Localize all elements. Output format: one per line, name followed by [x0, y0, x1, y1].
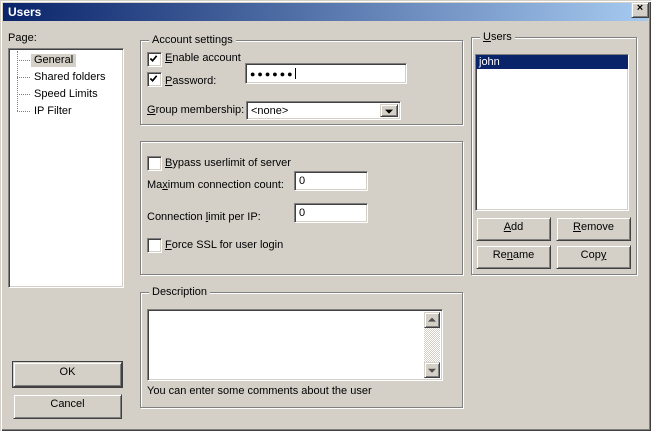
force-ssl-label: Force SSL for user login: [165, 239, 283, 252]
group-membership-dropdown[interactable]: <none>: [246, 101, 401, 120]
enable-account-checkbox[interactable]: [147, 52, 162, 67]
connection-limits-group: Bypass userlimit of server Maximum conne…: [140, 141, 463, 275]
ip-limit-label: Connection limit per IP:: [147, 211, 261, 224]
max-connections-input[interactable]: 0: [294, 171, 368, 191]
scroll-up-icon: [428, 318, 436, 322]
force-ssl-checkbox[interactable]: [147, 238, 162, 253]
group-membership-value: <none>: [251, 105, 288, 117]
password-label: Password:: [165, 75, 216, 88]
ip-limit-value: 0: [299, 207, 305, 219]
description-group: Description You can enter some comments …: [140, 292, 463, 408]
copy-user-button[interactable]: Copy: [556, 245, 631, 269]
bypass-userlimit-checkbox[interactable]: [147, 156, 162, 171]
title-bar[interactable]: Users: [3, 3, 648, 21]
users-group-label: Users: [480, 31, 515, 44]
check-icon: [149, 74, 158, 83]
close-button[interactable]: ×: [631, 2, 649, 18]
rename-user-button[interactable]: Rename: [476, 245, 551, 269]
ok-button[interactable]: OK: [13, 362, 122, 387]
scroll-down-button[interactable]: [424, 362, 440, 378]
bypass-userlimit-label: Bypass userlimit of server: [165, 157, 291, 170]
users-group: Users john Add Remove Rename Copy: [471, 37, 637, 275]
scrollbar-track[interactable]: [424, 328, 440, 362]
page-tree-item-general[interactable]: General: [9, 52, 123, 69]
close-icon: ×: [637, 2, 643, 14]
password-input[interactable]: ●●●●●●: [245, 63, 407, 84]
cancel-button[interactable]: Cancel: [13, 394, 122, 419]
page-tree-item-shared-folders[interactable]: Shared folders: [9, 69, 123, 86]
password-checkbox[interactable]: [147, 72, 162, 87]
page-tree-item-speed-limits[interactable]: Speed Limits: [9, 86, 123, 103]
text-caret: [295, 68, 296, 79]
account-settings-group-label: Account settings: [149, 34, 236, 47]
chevron-down-icon: [385, 109, 393, 113]
account-settings-group: Account settings Enable account Password…: [140, 40, 463, 125]
description-textarea[interactable]: [147, 309, 443, 381]
check-icon: [149, 54, 158, 63]
password-value: ●●●●●●: [250, 69, 295, 79]
scroll-down-icon: [428, 369, 436, 373]
dropdown-arrow-button[interactable]: [380, 104, 398, 117]
description-group-label: Description: [149, 286, 210, 299]
max-connections-value: 0: [299, 175, 305, 187]
page-tree-item-ip-filter[interactable]: IP Filter: [9, 103, 123, 120]
add-user-button[interactable]: Add: [476, 217, 551, 241]
users-list[interactable]: john: [475, 54, 629, 211]
remove-user-button[interactable]: Remove: [556, 217, 631, 241]
max-connections-label: Maximum connection count:: [147, 179, 284, 192]
window-title: Users: [8, 5, 41, 19]
page-label: Page:: [8, 32, 37, 45]
user-list-item-john[interactable]: john: [476, 55, 628, 69]
page-tree[interactable]: General Shared folders Speed Limits IP F…: [8, 48, 124, 288]
users-dialog-window: Users × Page: General Shared folders Spe…: [0, 0, 651, 431]
description-scrollbar[interactable]: [424, 312, 440, 378]
scroll-up-button[interactable]: [424, 312, 440, 328]
enable-account-label: Enable account: [165, 52, 241, 65]
ip-limit-input[interactable]: 0: [294, 203, 368, 223]
group-membership-label: Group membership:: [147, 104, 244, 117]
description-hint: You can enter some comments about the us…: [147, 385, 372, 398]
